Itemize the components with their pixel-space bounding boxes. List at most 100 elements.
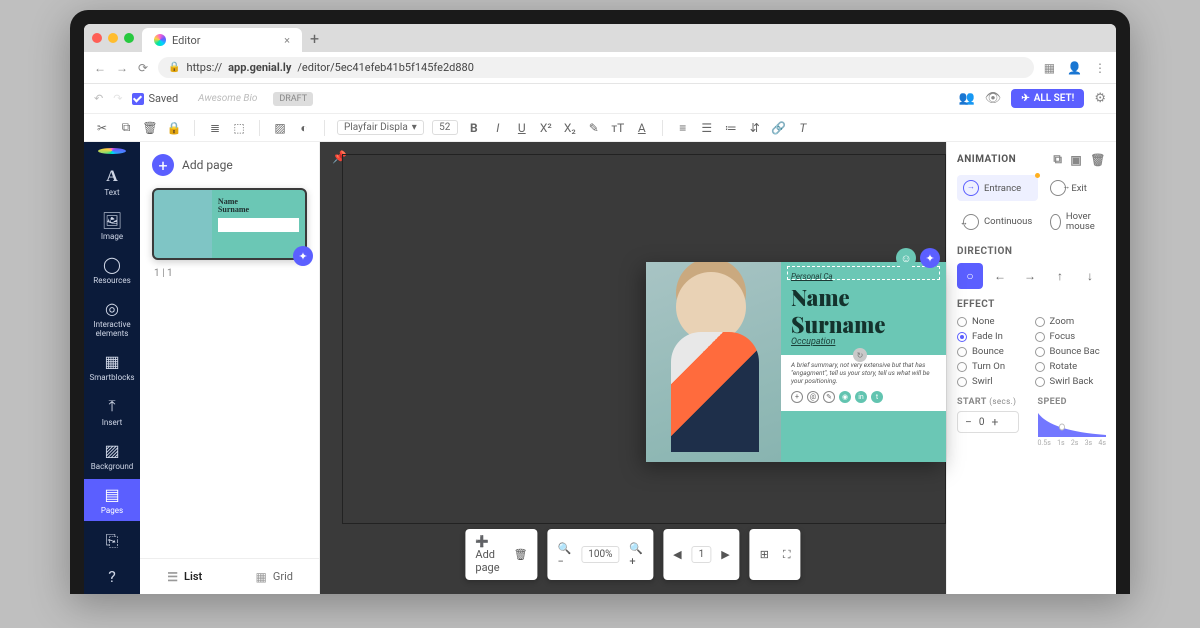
zoom-in-icon[interactable]: 🔍+ (625, 540, 647, 570)
transition-badge-icon[interactable]: ✦ (293, 246, 313, 266)
card-name2[interactable]: Surname (791, 314, 936, 335)
instagram-icon[interactable]: ◉ (839, 391, 851, 403)
nav-image[interactable]: 🖼Image (84, 205, 140, 247)
mode-continuous[interactable]: ↔Continuous (957, 207, 1038, 236)
fullscreen-icon[interactable]: ⛶ (779, 546, 795, 564)
superscript-icon[interactable]: X² (538, 121, 554, 135)
social-icon-2[interactable]: ✎ (823, 391, 835, 403)
close-tab-icon[interactable]: × (284, 34, 290, 47)
add-page-button[interactable]: + Add page (140, 142, 319, 188)
speed-curve[interactable] (1038, 411, 1107, 437)
project-title-input[interactable]: Awesome Bio (198, 93, 257, 104)
list-bullet-icon[interactable]: ☰ (699, 121, 715, 135)
twitter-icon[interactable]: t (871, 391, 883, 403)
share-icon[interactable]: 👥 (959, 91, 975, 106)
delete-icon[interactable]: 🗑 (142, 121, 158, 135)
nav-interactive[interactable]: ◎Interactive elements (84, 293, 140, 344)
forward-icon[interactable]: → (116, 61, 128, 75)
font-family-select[interactable]: Playfair Displa▾ (337, 120, 424, 135)
nav-library[interactable]: ⎘ (84, 525, 140, 559)
canvas[interactable]: 📌 ☺ ✦ Personal Ca Name Surname Occupatio… (320, 142, 946, 594)
layers-icon[interactable]: ≣ (207, 121, 223, 135)
preview-icon[interactable]: 👁 (985, 91, 1002, 106)
opacity-icon[interactable]: ◐ (296, 121, 312, 135)
delete-anim-icon[interactable]: 🗑 (1090, 153, 1106, 167)
mode-entrance[interactable]: →Entrance (957, 175, 1038, 201)
dir-right[interactable]: → (1017, 263, 1043, 289)
copy-icon[interactable]: ⧉ (118, 120, 134, 135)
effect-zoom[interactable]: Zoom (1035, 316, 1107, 327)
url-input[interactable]: 🔒 https://app.genial.ly/editor/5ec41efeb… (158, 57, 1034, 78)
app-logo-icon[interactable] (98, 148, 126, 154)
addpage-bottom-button[interactable]: ➕ Add page (471, 533, 503, 576)
start-minus[interactable]: − (962, 415, 975, 429)
back-icon[interactable]: ← (94, 61, 106, 75)
prev-page-icon[interactable]: ◀ (669, 546, 685, 563)
nav-insert[interactable]: ⤒Insert (84, 390, 140, 433)
effect-bounceback[interactable]: Bounce Bac (1035, 346, 1107, 357)
next-page-icon[interactable]: ▶ (717, 546, 733, 563)
effect-focus[interactable]: Focus (1035, 331, 1107, 342)
font-size-input[interactable]: 52 (432, 120, 458, 135)
align-left-icon[interactable]: ≡ (675, 121, 691, 135)
line-height-icon[interactable]: ⇵ (747, 121, 763, 135)
grid-toggle-icon[interactable]: ⊞ (756, 546, 773, 563)
mode-exit[interactable]: →Exit (1044, 175, 1106, 201)
link-icon[interactable]: 🔗 (771, 121, 787, 135)
bold-icon[interactable]: B (466, 121, 482, 135)
lock-tool-icon[interactable]: 🔒 (166, 121, 182, 135)
grid-view-button[interactable]: ▦Grid (230, 559, 320, 594)
textsize-icon[interactable]: тT (610, 121, 626, 135)
textcolor-icon[interactable]: A (634, 121, 650, 135)
copy-anim-icon[interactable]: ⧉ (1053, 152, 1062, 167)
nav-pages[interactable]: ▤Pages (84, 479, 140, 521)
card-description[interactable]: A brief summary, not very extensive but … (791, 361, 936, 385)
start-stepper[interactable]: − 0 + (957, 411, 1019, 433)
nav-text[interactable]: AText (84, 162, 140, 203)
zoom-out-icon[interactable]: 🔍− (554, 540, 576, 570)
window-controls[interactable] (92, 33, 134, 43)
effect-fadein[interactable]: Fade In (957, 331, 1029, 342)
zoom-value[interactable]: 100% (581, 546, 619, 563)
effect-bounce[interactable]: Bounce (957, 346, 1029, 357)
undo-icon[interactable]: ↶ (94, 92, 103, 105)
underline-icon[interactable]: U (514, 121, 530, 135)
italic-icon[interactable]: I (490, 121, 506, 135)
brush-icon[interactable]: ✎ (586, 121, 602, 135)
clear-format-icon[interactable]: T (795, 121, 811, 135)
page-thumbnail[interactable]: Name Surname ✦ (152, 188, 307, 260)
kebab-icon[interactable]: ⋮ (1094, 61, 1106, 75)
effect-rotate[interactable]: Rotate (1035, 361, 1107, 372)
occ-chip-icon[interactable]: ↻ (853, 348, 867, 362)
list-view-button[interactable]: ☰List (140, 559, 230, 594)
start-plus[interactable]: + (989, 415, 1002, 429)
delete-page-icon[interactable]: 🗑 (510, 546, 532, 563)
list-number-icon[interactable]: ≔ (723, 121, 739, 135)
allset-button[interactable]: ✈ALL SET! (1011, 89, 1084, 108)
fill-icon[interactable]: ▨ (272, 121, 288, 135)
page-number[interactable]: 1 (692, 546, 712, 563)
reload-icon[interactable]: ⟳ (138, 61, 148, 75)
card-name1[interactable]: Name (791, 287, 936, 308)
effect-swirl[interactable]: Swirl (957, 376, 1029, 387)
nav-resources[interactable]: ◯Resources (84, 249, 140, 291)
dir-center[interactable]: ○ (957, 263, 983, 289)
nav-help[interactable]: ? (84, 561, 140, 594)
dir-down[interactable]: ↓ (1077, 263, 1103, 289)
subscript-icon[interactable]: X₂ (562, 121, 578, 135)
profile-icon[interactable]: 👤 (1067, 61, 1082, 75)
new-tab-button[interactable]: + (310, 29, 319, 48)
interact-chip-icon[interactable]: ☺ (896, 248, 916, 268)
paste-anim-icon[interactable]: ▣ (1070, 153, 1082, 167)
browser-tab[interactable]: Editor × (142, 28, 302, 52)
slide-card[interactable]: ☺ ✦ Personal Ca Name Surname Occupation … (646, 262, 946, 462)
redo-icon[interactable]: ↷ (113, 92, 122, 105)
effect-swirlback[interactable]: Swirl Back (1035, 376, 1107, 387)
crop-icon[interactable]: ⬚ (231, 121, 247, 135)
effect-none[interactable]: None (957, 316, 1029, 327)
linkedin-icon[interactable]: in (855, 391, 867, 403)
animation-chip-icon[interactable]: ✦ (920, 248, 940, 268)
nav-background[interactable]: ▨Background (84, 435, 140, 477)
cut-icon[interactable]: ✂ (94, 121, 110, 135)
mode-hover[interactable]: Hover mouse (1044, 207, 1106, 236)
